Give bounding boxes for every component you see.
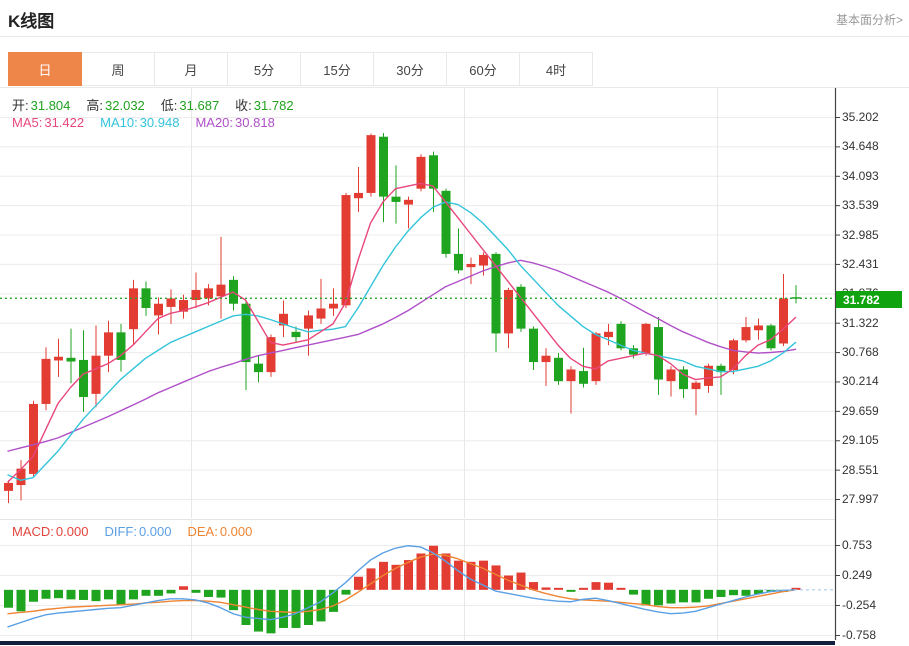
axis-tick-label: 30.768 bbox=[842, 345, 879, 359]
legend-item: MA5:31.422 bbox=[12, 115, 84, 130]
axis-tick-label: -0.758 bbox=[842, 628, 876, 642]
axis-tick-label: 30.214 bbox=[842, 374, 879, 388]
ohlc-legend: 开:31.804 高:32.032 低:31.687 收:31.782 bbox=[12, 95, 294, 114]
tab-period-4[interactable]: 15分 bbox=[301, 52, 374, 86]
current-price-tag: 31.782 bbox=[836, 291, 902, 308]
legend-item: 高:32.032 bbox=[86, 95, 144, 114]
tab-period-6[interactable]: 60分 bbox=[447, 52, 520, 86]
tab-period-5[interactable]: 30分 bbox=[374, 52, 447, 86]
macd-legend: MACD:0.000 DIFF:0.000 DEA:0.000 bbox=[12, 524, 252, 539]
legend-item: DEA:0.000 bbox=[187, 524, 252, 539]
axis-tick-label: 34.093 bbox=[842, 169, 879, 183]
fundamental-analysis-link[interactable]: 基本面分析> bbox=[836, 11, 903, 28]
legend-item: DIFF:0.000 bbox=[104, 524, 171, 539]
page-title: K线图 bbox=[8, 7, 54, 32]
tab-period-1[interactable]: 周 bbox=[82, 52, 155, 86]
axis-tick-label: 33.539 bbox=[842, 198, 879, 212]
tab-period-2[interactable]: 月 bbox=[155, 52, 228, 86]
axis-tick-label: 29.105 bbox=[842, 433, 879, 447]
tab-period-3[interactable]: 5分 bbox=[228, 52, 301, 86]
legend-item: 收:31.782 bbox=[235, 95, 293, 114]
axis-tick-label: 32.985 bbox=[842, 228, 879, 242]
axis-tick-label: 31.322 bbox=[842, 316, 879, 330]
axis-tick-label: 28.551 bbox=[842, 463, 879, 477]
axis-tick-label: 34.648 bbox=[842, 139, 879, 153]
tab-period-7[interactable]: 4时 bbox=[520, 52, 593, 86]
title-divider bbox=[0, 36, 909, 37]
axis-tick-label: 29.659 bbox=[842, 404, 879, 418]
legend-item: 开:31.804 bbox=[12, 95, 70, 114]
axis-tick-label: 0.753 bbox=[842, 538, 872, 552]
axis-tick-label: -0.254 bbox=[842, 598, 876, 612]
legend-item: MACD:0.000 bbox=[12, 524, 88, 539]
axis-tick-label: 35.202 bbox=[842, 110, 879, 124]
axis-tick-label: 32.431 bbox=[842, 257, 879, 271]
axis-tick-label: 0.249 bbox=[842, 568, 872, 582]
tabbar-divider bbox=[0, 87, 909, 88]
period-tab-bar: 日周月5分15分30分60分4时 bbox=[8, 52, 593, 86]
tab-period-0[interactable]: 日 bbox=[8, 52, 82, 86]
legend-item: MA10:30.948 bbox=[100, 115, 179, 130]
axis-tick-label: 27.997 bbox=[842, 492, 879, 506]
legend-item: 低:31.687 bbox=[161, 95, 219, 114]
kline-widget: K线图 基本面分析> 日周月5分15分30分60分4时 开:31.804 高:32… bbox=[0, 0, 909, 646]
legend-item: MA20:30.818 bbox=[195, 115, 274, 130]
ma-legend: MA5:31.422 MA10:30.948 MA20:30.818 bbox=[12, 115, 275, 130]
